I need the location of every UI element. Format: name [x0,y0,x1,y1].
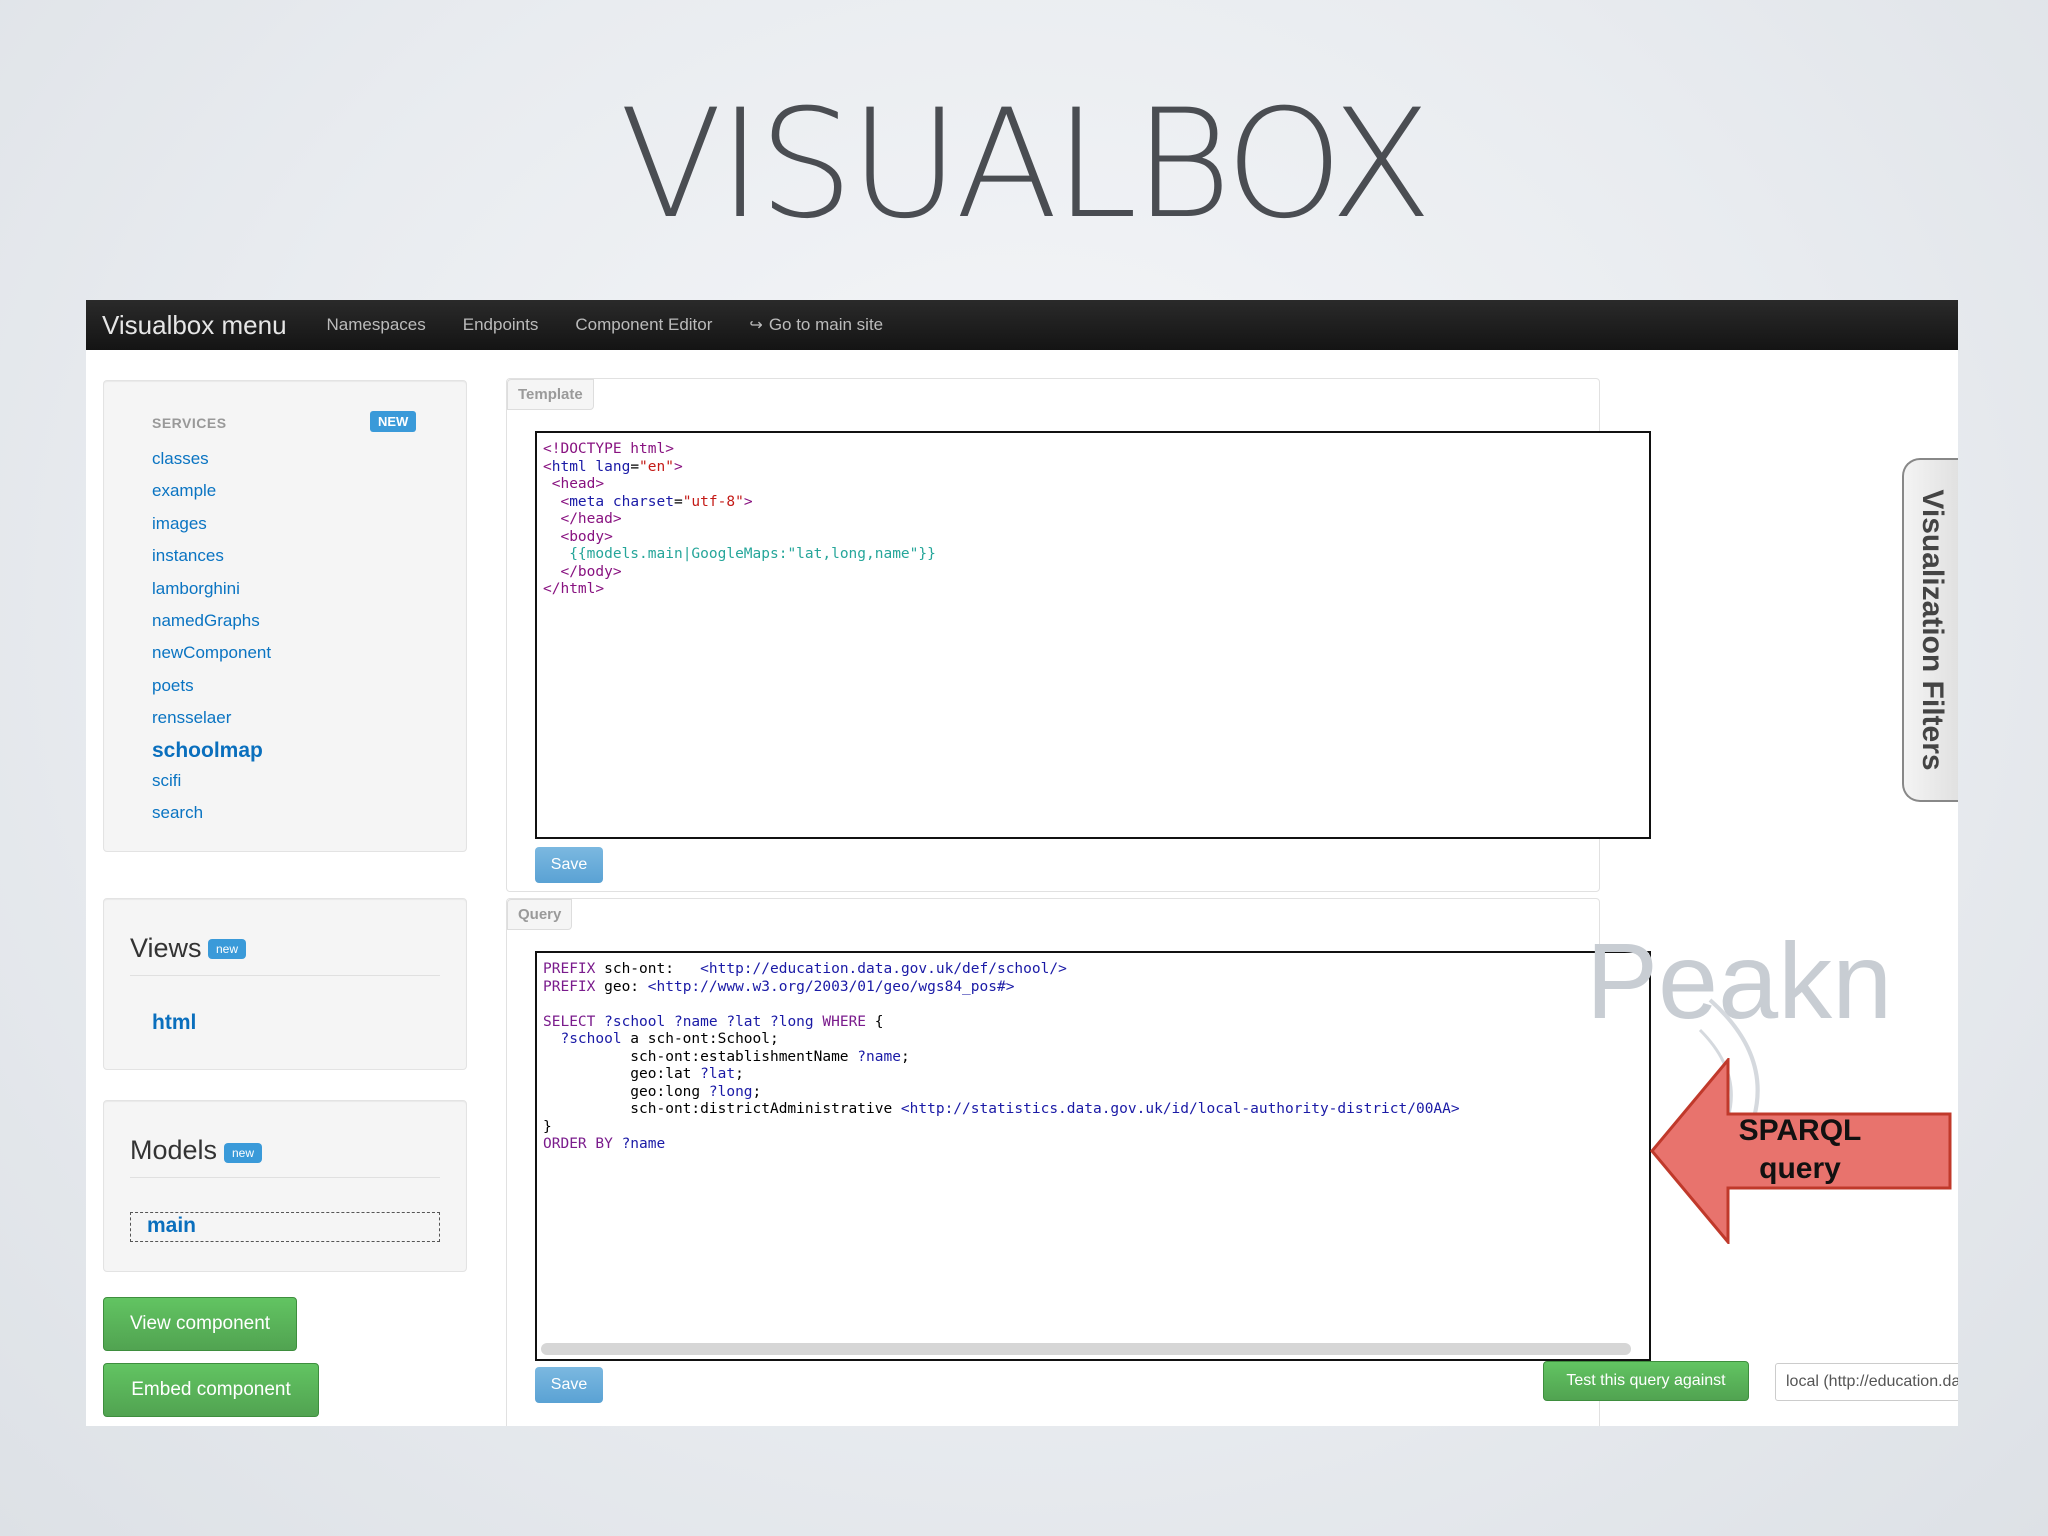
nav-main-site[interactable]: ↪ Go to main site [749,315,883,335]
service-item-search[interactable]: search [152,797,271,829]
query-save-button[interactable]: Save [535,1367,603,1403]
query-code: PREFIX sch-ont: <http://education.data.g… [543,961,1460,1152]
nav-main-site-label: Go to main site [768,315,884,334]
views-new-badge: new [208,939,247,959]
annotation-line-1: SPARQL [1738,1114,1862,1147]
models-new-badge: new [224,1143,263,1163]
view-item-html[interactable]: html [152,1011,196,1035]
annotation-label: SPARQL query [1710,1112,1890,1188]
embed-component-button[interactable]: Embed component [103,1363,319,1417]
slide-title: VISUALBOX [619,78,1433,252]
query-label: Query [507,899,573,930]
models-divider [130,1177,440,1178]
model-item-main-box[interactable]: main [130,1212,440,1242]
app-screenshot: Visualbox menu Namespaces Endpoints Comp… [86,300,1958,1426]
service-item-classes[interactable]: classes [152,443,271,475]
query-panel: Query PREFIX sch-ont: <http://education.… [506,898,1958,1426]
views-panel: Views new html [103,898,467,1070]
service-item-rensselaer[interactable]: rensselaer [152,702,271,734]
test-query-button[interactable]: Test this query against [1543,1361,1749,1401]
service-item-poets[interactable]: poets [152,670,271,702]
template-code: <!DOCTYPE html> <html lang="en"> <head> … [543,441,936,597]
nav-namespaces[interactable]: Namespaces [327,315,426,335]
template-panel: Template <!DOCTYPE html> <html lang="en"… [506,378,1651,892]
endpoint-select-value: local (http://education.data.gov.uk [1786,1373,1958,1390]
visualization-filters-tab[interactable]: Visualization Filters [1902,458,1958,802]
endpoint-select[interactable]: local (http://education.data.gov.uk ▼ [1775,1363,1958,1401]
template-save-button[interactable]: Save [535,847,603,883]
services-header: SERVICES [152,415,227,431]
services-list: classes example images instances lamborg… [152,443,271,829]
service-item-schoolmap[interactable]: schoolmap [152,735,271,765]
template-editor[interactable]: <!DOCTYPE html> <html lang="en"> <head> … [535,431,1651,839]
views-divider [130,975,440,976]
top-navbar: Visualbox menu Namespaces Endpoints Comp… [86,300,1958,350]
external-link-icon: ↪ [749,317,763,334]
visualization-filters-label: Visualization Filters [1916,489,1949,771]
brand-menu[interactable]: Visualbox menu [102,310,287,341]
service-item-scifi[interactable]: scifi [152,765,271,797]
service-item-newcomponent[interactable]: newComponent [152,637,271,669]
models-title: Models [130,1135,218,1165]
view-component-button[interactable]: View component [103,1297,297,1351]
views-title: Views [130,933,202,963]
services-new-badge: NEW [370,411,417,432]
services-panel: SERVICES NEW classes example images inst… [103,380,467,852]
service-item-example[interactable]: example [152,475,271,507]
template-label: Template [507,379,594,410]
service-item-namedgraphs[interactable]: namedGraphs [152,605,271,637]
service-item-instances[interactable]: instances [152,540,271,572]
nav-component-editor[interactable]: Component Editor [575,315,712,335]
service-item-lamborghini[interactable]: lamborghini [152,573,271,605]
nav-endpoints[interactable]: Endpoints [463,315,539,335]
models-panel: Models new main [103,1100,467,1272]
query-editor[interactable]: PREFIX sch-ont: <http://education.data.g… [535,951,1651,1361]
annotation-line-2: query [1759,1152,1841,1185]
model-item-main: main [147,1214,197,1237]
service-item-images[interactable]: images [152,508,271,540]
query-horizontal-scrollbar[interactable] [541,1343,1631,1355]
